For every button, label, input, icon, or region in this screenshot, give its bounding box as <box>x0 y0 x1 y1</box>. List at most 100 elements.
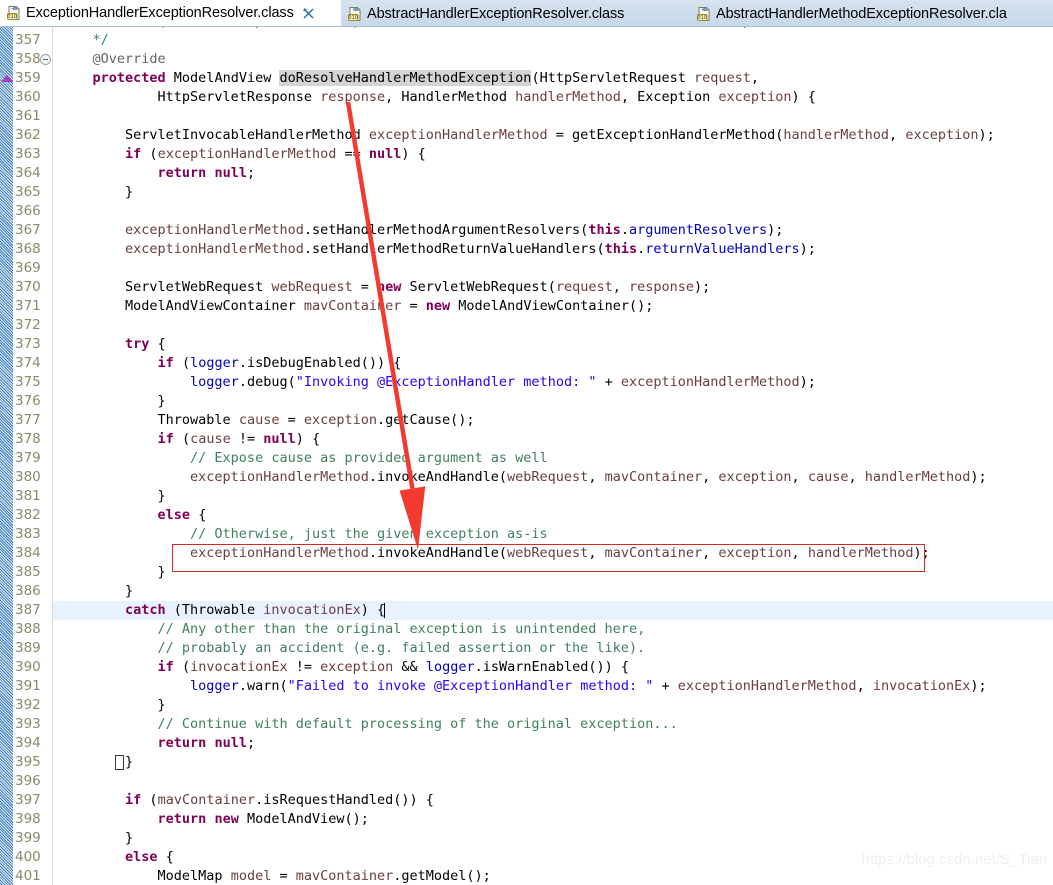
code-line[interactable]: 359 protected ModelAndView doResolveHand… <box>0 69 1053 88</box>
code-line[interactable]: 361 <box>0 107 1053 126</box>
code-text[interactable]: ServletWebRequest webRequest = new Servl… <box>60 278 710 297</box>
code-line[interactable]: 379 // Expose cause as provided argument… <box>0 449 1053 468</box>
code-line[interactable]: 368 exceptionHandlerMethod.setHandlerMet… <box>0 240 1053 259</box>
code-text[interactable]: if (mavContainer.isRequestHandled()) { <box>60 791 434 810</box>
code-line[interactable]: 383 // Otherwise, just the given excepti… <box>0 525 1053 544</box>
code-text[interactable]: else { <box>60 506 207 525</box>
code-text[interactable]: */ <box>60 31 109 50</box>
code-line[interactable]: 390 if (invocationEx != exception && log… <box>0 658 1053 677</box>
code-text[interactable]: if (cause != null) { <box>60 430 321 449</box>
code-text[interactable]: catch (Throwable invocationEx) { <box>60 601 385 620</box>
line-number: 379 <box>15 450 41 466</box>
close-icon[interactable] <box>303 8 314 19</box>
code-line[interactable]: 362 ServletInvocableHandlerMethod except… <box>0 126 1053 145</box>
code-line[interactable]: 377 Throwable cause = exception.getCause… <box>0 411 1053 430</box>
code-text[interactable]: logger.warn("Failed to invoke @Exception… <box>60 677 987 696</box>
code-line[interactable]: 378 if (cause != null) { <box>0 430 1053 449</box>
code-line[interactable]: 388 // Any other than the original excep… <box>0 620 1053 639</box>
code-text[interactable]: exceptionHandlerMethod.invokeAndHandle(w… <box>60 468 987 487</box>
code-text[interactable]: // Any other than the original exception… <box>60 620 646 639</box>
code-line[interactable]: 384 exceptionHandlerMethod.invokeAndHand… <box>0 544 1053 563</box>
line-number: 395 <box>15 754 41 770</box>
code-text[interactable]: if (logger.isDebugEnabled()) { <box>60 354 402 373</box>
code-line[interactable]: 375 logger.debug("Invoking @ExceptionHan… <box>0 373 1053 392</box>
code-line[interactable]: 367 exceptionHandlerMethod.setHandlerMet… <box>0 221 1053 240</box>
code-line[interactable]: 386 } <box>0 582 1053 601</box>
text-caret <box>384 603 385 618</box>
code-text[interactable]: else { <box>60 848 174 867</box>
code-text[interactable]: return new ModelAndView(); <box>60 810 369 829</box>
code-line[interactable]: 364 return null; <box>0 164 1053 183</box>
code-line[interactable]: 391 logger.warn("Failed to invoke @Excep… <box>0 677 1053 696</box>
code-text[interactable]: try { <box>60 335 166 354</box>
class-file-icon: 010 <box>347 6 363 22</box>
code-text[interactable]: return null; <box>60 164 256 183</box>
code-text[interactable]: } <box>60 829 133 848</box>
code-line[interactable]: 372 <box>0 316 1053 335</box>
code-text[interactable]: ModelMap model = mavContainer.getModel()… <box>60 867 491 885</box>
code-line[interactable]: 365 } <box>0 183 1053 202</box>
code-line[interactable]: 394 return null; <box>0 734 1053 753</box>
eclipse-editor-window: 010 ExceptionHandlerExceptionResolver.cla… <box>0 0 1053 885</box>
code-text[interactable]: // Continue with default processing of t… <box>60 715 678 734</box>
code-text[interactable]: // probably an accident (e.g. failed ass… <box>60 639 646 658</box>
code-line[interactable]: 366 <box>0 202 1053 221</box>
code-text[interactable]: ModelAndViewContainer mavContainer = new… <box>60 297 653 316</box>
code-text[interactable]: return null; <box>60 734 256 753</box>
code-line[interactable]: 380 exceptionHandlerMethod.invokeAndHand… <box>0 468 1053 487</box>
code-line[interactable]: 393 // Continue with default processing … <box>0 715 1053 734</box>
code-text[interactable]: exceptionHandlerMethod.setHandlerMethodR… <box>60 240 816 259</box>
code-line[interactable]: 385 } <box>0 563 1053 582</box>
code-text[interactable]: @Override <box>60 50 166 69</box>
line-number: 372 <box>15 317 41 333</box>
code-line[interactable]: 401 ModelMap model = mavContainer.getMod… <box>0 867 1053 885</box>
code-line[interactable]: 392 } <box>0 696 1053 715</box>
code-text[interactable]: } <box>60 582 133 601</box>
code-line[interactable]: 382 else { <box>0 506 1053 525</box>
code-text[interactable]: logger.debug("Invoking @ExceptionHandler… <box>60 373 816 392</box>
code-text[interactable]: exceptionHandlerMethod.invokeAndHandle(w… <box>60 544 930 563</box>
code-line[interactable]: 387 catch (Throwable invocationEx) { <box>0 601 1053 620</box>
code-line[interactable]: 374 if (logger.isDebugEnabled()) { <box>0 354 1053 373</box>
code-text[interactable]: // Expose cause as provided argument as … <box>60 449 548 468</box>
code-line[interactable]: 360 HttpServletResponse response, Handle… <box>0 88 1053 107</box>
code-line[interactable]: 395 } <box>0 753 1053 772</box>
code-line[interactable]: 363 if (exceptionHandlerMethod == null) … <box>0 145 1053 164</box>
collapse-fold-icon[interactable] <box>40 54 51 65</box>
code-text[interactable]: protected ModelAndView doResolveHandlerM… <box>60 69 759 88</box>
editor-tab-1[interactable]: 010 AbstractHandlerExceptionResolver.clas… <box>341 0 690 26</box>
editor-tab-0[interactable]: 010 ExceptionHandlerExceptionResolver.cla… <box>0 0 341 26</box>
code-line[interactable]: 397 if (mavContainer.isRequestHandled())… <box>0 791 1053 810</box>
code-text[interactable]: ServletInvocableHandlerMethod exceptionH… <box>60 126 995 145</box>
code-line[interactable]: 381 } <box>0 487 1053 506</box>
code-line[interactable]: 370 ServletWebRequest webRequest = new S… <box>0 278 1053 297</box>
code-line[interactable]: 358 @Override <box>0 50 1053 69</box>
editor-pane[interactable]: 356 * Find an {@code @ExceptionHandler} … <box>0 27 1053 885</box>
code-text[interactable]: exceptionHandlerMethod.setHandlerMethodA… <box>60 221 783 240</box>
code-line[interactable]: 399 } <box>0 829 1053 848</box>
code-text[interactable]: } <box>60 563 166 582</box>
line-number: 384 <box>15 545 41 561</box>
code-line[interactable]: 389 // probably an accident (e.g. failed… <box>0 639 1053 658</box>
code-text[interactable]: } <box>60 696 166 715</box>
line-number: 378 <box>15 431 41 447</box>
code-text[interactable]: } <box>60 487 166 506</box>
code-line[interactable]: 371 ModelAndViewContainer mavContainer =… <box>0 297 1053 316</box>
code-text[interactable]: } <box>60 183 133 202</box>
code-line[interactable]: 376 } <box>0 392 1053 411</box>
code-text[interactable]: if (invocationEx != exception && logger.… <box>60 658 629 677</box>
code-line[interactable]: 396 <box>0 772 1053 791</box>
editor-tab-2[interactable]: 010 AbstractHandlerMethodExceptionResolve… <box>690 0 1053 26</box>
code-line[interactable]: 373 try { <box>0 335 1053 354</box>
code-line[interactable]: 369 <box>0 259 1053 278</box>
code-text[interactable]: HttpServletResponse response, HandlerMet… <box>60 88 816 107</box>
code-line[interactable]: 398 return new ModelAndView(); <box>0 810 1053 829</box>
override-method-icon[interactable] <box>1 75 13 82</box>
code-text[interactable]: // Otherwise, just the given exception a… <box>60 525 548 544</box>
line-number: 371 <box>15 298 41 314</box>
code-text[interactable]: if (exceptionHandlerMethod == null) { <box>60 145 426 164</box>
code-text[interactable]: Throwable cause = exception.getCause(); <box>60 411 475 430</box>
line-number: 357 <box>15 32 41 48</box>
code-line[interactable]: 357 */ <box>0 31 1053 50</box>
code-text[interactable]: } <box>60 392 166 411</box>
